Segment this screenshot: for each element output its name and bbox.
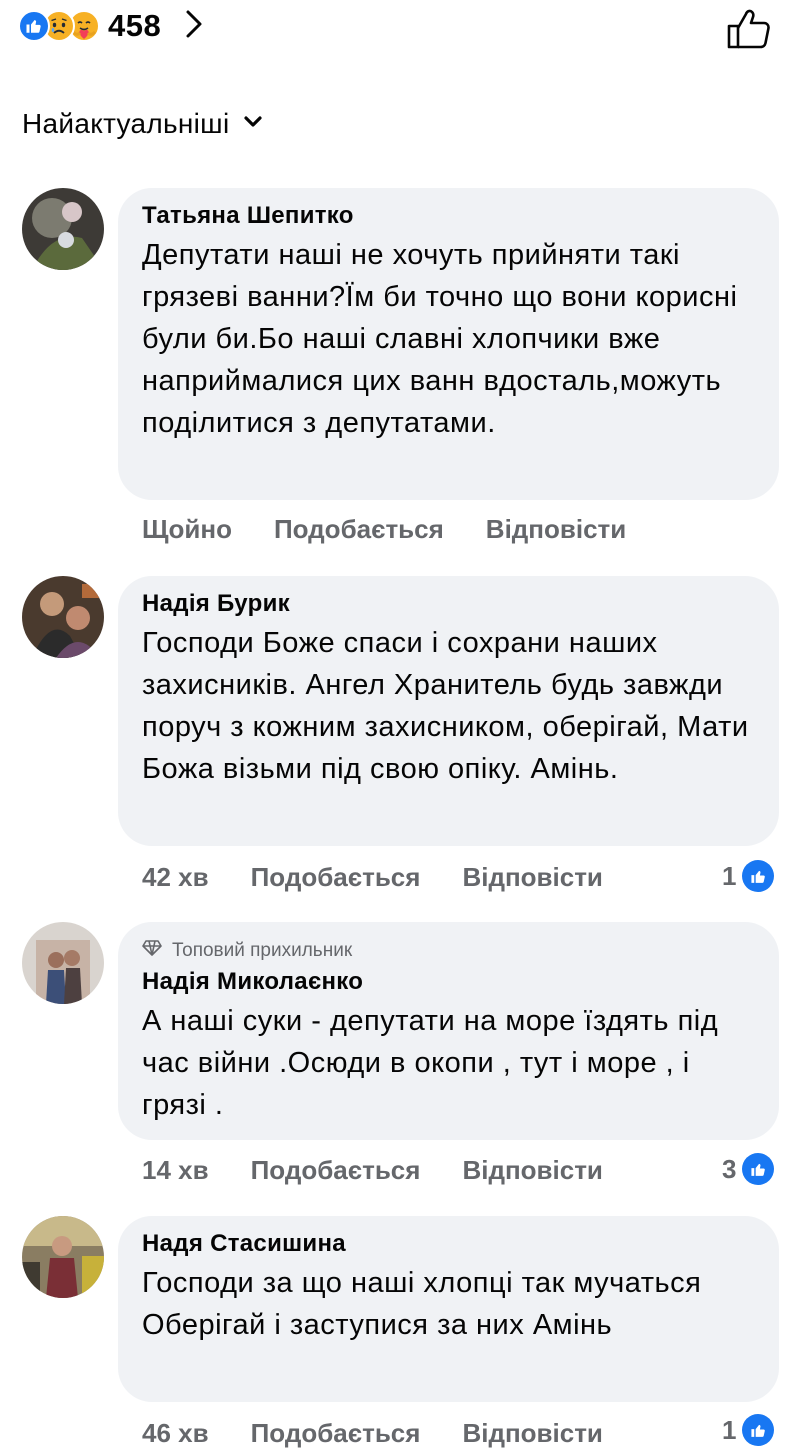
comment-text: А наші суки - депутати на море їздять пі…: [142, 1005, 719, 1121]
avatar[interactable]: [22, 188, 104, 270]
like-button[interactable]: Подобається: [251, 862, 421, 893]
like-reaction-icon: [742, 1153, 775, 1185]
comment-bubble: Топовий прихильник Надія Миколаєнко А на…: [118, 922, 779, 1140]
comment-actions: 46 хв Подобається Відповісти: [142, 1418, 603, 1449]
comment-actions: 14 хв Подобається Відповісти: [142, 1155, 603, 1186]
comment-author[interactable]: Татьяна Шепитко: [142, 202, 755, 230]
comment-time[interactable]: 14 хв: [142, 1155, 209, 1186]
comment-time[interactable]: Щойно: [142, 514, 232, 545]
like-count: 1: [722, 1414, 737, 1445]
like-reaction-icon: [18, 10, 50, 42]
comment-like-count[interactable]: 3: [722, 1153, 775, 1185]
like-button[interactable]: Подобається: [251, 1155, 421, 1186]
comment-text: Господи Боже спаси і сохрани наших захис…: [142, 627, 749, 785]
comment-like-count[interactable]: 1: [722, 860, 775, 892]
comment-time[interactable]: 42 хв: [142, 862, 209, 893]
comment-author[interactable]: Надія Бурик: [142, 590, 755, 618]
like-reaction-icon: [742, 1414, 775, 1446]
avatar[interactable]: [22, 576, 104, 658]
comment-actions: 42 хв Подобається Відповісти: [142, 862, 603, 893]
comment-bubble: Татьяна Шепитко Депутати наші не хочуть …: [118, 188, 779, 500]
comment-bubble: Надя Стасишина Господи за що наші хлопці…: [118, 1216, 779, 1402]
top-fan-badge[interactable]: Топовий прихильник: [142, 940, 755, 962]
like-count: 3: [722, 1153, 737, 1184]
comment-actions: Щойно Подобається Відповісти: [142, 514, 626, 545]
sort-dropdown[interactable]: Найактуальніші: [22, 108, 263, 140]
reply-button[interactable]: Відповісти: [462, 1418, 602, 1449]
reply-button[interactable]: Відповісти: [462, 862, 602, 893]
reaction-count: 458: [108, 8, 162, 43]
like-button[interactable]: Подобається: [251, 1418, 421, 1449]
avatar[interactable]: [22, 1216, 104, 1298]
comment-time[interactable]: 46 хв: [142, 1418, 209, 1449]
sort-label: Найактуальніші: [22, 108, 230, 139]
avatar[interactable]: [22, 922, 104, 1004]
reply-button[interactable]: Відповісти: [462, 1155, 602, 1186]
like-outline-icon[interactable]: [726, 6, 772, 55]
comment-bubble: Надія Бурик Господи Боже спаси і сохрани…: [118, 576, 779, 846]
like-reaction-icon: [742, 860, 775, 892]
like-button[interactable]: Подобається: [274, 514, 444, 545]
reactions-summary[interactable]: 458: [18, 4, 203, 48]
comment-author[interactable]: Надя Стасишина: [142, 1230, 755, 1258]
chevron-down-icon: [243, 115, 263, 134]
like-count: 1: [722, 860, 737, 891]
comment-text: Депутати наші не хочуть прийняти такі гр…: [142, 239, 738, 439]
comment-like-count[interactable]: 1: [722, 1414, 775, 1446]
chevron-right-icon[interactable]: [185, 9, 203, 44]
comment-text: Господи за що наші хлопці так мучаться О…: [142, 1267, 702, 1341]
badge-label: Топовий прихильник: [172, 940, 353, 961]
reply-button[interactable]: Відповісти: [486, 514, 626, 545]
diamond-icon: [142, 940, 162, 962]
comment-author[interactable]: Надія Миколаєнко: [142, 968, 755, 996]
